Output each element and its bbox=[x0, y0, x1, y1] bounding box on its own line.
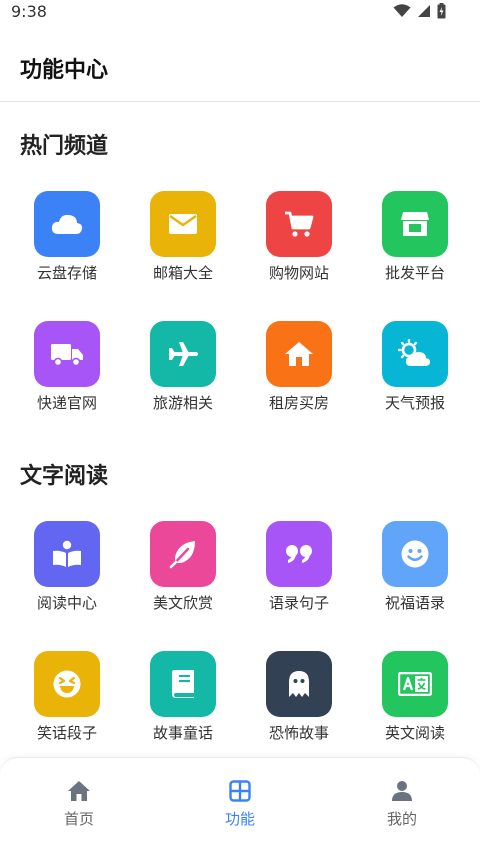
cart-icon bbox=[266, 191, 332, 257]
tile-label: 英文阅读 bbox=[384, 724, 445, 742]
user-icon bbox=[392, 781, 412, 801]
status-icons bbox=[393, 3, 446, 19]
cloud-icon bbox=[34, 191, 100, 257]
tile-label: 恐怖故事 bbox=[268, 724, 329, 742]
ghost-icon bbox=[266, 651, 332, 717]
nav-item-profile[interactable]: 我的 bbox=[342, 780, 462, 840]
tile-mailbox[interactable]: 邮箱大全 bbox=[126, 191, 242, 291]
wifi-icon bbox=[393, 4, 411, 17]
nav-item-home[interactable]: 首页 bbox=[19, 780, 139, 840]
tile-wholesale[interactable]: 批发平台 bbox=[358, 191, 474, 291]
tile-label: 旅游相关 bbox=[152, 394, 213, 412]
tile-label: 天气预报 bbox=[384, 394, 445, 412]
nav-item-features[interactable]: 功能 bbox=[180, 780, 300, 840]
tile-label: 租房买房 bbox=[268, 394, 329, 412]
nav-label-profile: 我的 bbox=[386, 810, 417, 828]
tile-label: 购物网站 bbox=[268, 264, 329, 282]
tile-english-reading[interactable]: 英文阅读 bbox=[358, 651, 474, 751]
tile-quotes[interactable]: 语录句子 bbox=[242, 521, 358, 621]
tile-cloud-storage[interactable]: 云盘存储 bbox=[10, 191, 126, 291]
store-icon bbox=[382, 191, 448, 257]
tile-label: 祝福语录 bbox=[384, 594, 445, 612]
tile-travel[interactable]: 旅游相关 bbox=[126, 321, 242, 421]
section-title-hot: 热门频道 bbox=[20, 134, 109, 159]
mail-icon bbox=[150, 191, 216, 257]
quote-icon bbox=[266, 521, 332, 587]
tile-weather[interactable]: 天气预报 bbox=[358, 321, 474, 421]
tile-label: 语录句子 bbox=[268, 594, 329, 612]
tile-label: 云盘存储 bbox=[36, 264, 97, 282]
tile-horror-stories[interactable]: 恐怖故事 bbox=[242, 651, 358, 751]
feather-icon bbox=[150, 521, 216, 587]
book-icon bbox=[150, 651, 216, 717]
laugh-icon bbox=[34, 651, 100, 717]
truck-icon bbox=[34, 321, 100, 387]
tile-fairy-tales[interactable]: 故事童话 bbox=[126, 651, 242, 751]
smile-icon bbox=[382, 521, 448, 587]
tile-express[interactable]: 快递官网 bbox=[10, 321, 126, 421]
signal-icon bbox=[418, 5, 430, 17]
header: 功能中心 bbox=[0, 40, 480, 102]
tile-prose[interactable]: 美文欣赏 bbox=[126, 521, 242, 621]
tile-rent-buy-house[interactable]: 租房买房 bbox=[242, 321, 358, 421]
battery-icon bbox=[437, 3, 446, 19]
nav-label-features: 功能 bbox=[224, 810, 255, 828]
home-icon bbox=[68, 781, 90, 801]
bottom-nav: 首页 功能 我的 bbox=[0, 757, 480, 855]
tile-label: 美文欣赏 bbox=[152, 594, 213, 612]
status-bar: 9:38 bbox=[0, 0, 480, 26]
house-icon bbox=[266, 321, 332, 387]
book-reader-icon bbox=[34, 521, 100, 587]
grid-icon bbox=[229, 780, 251, 802]
tile-reading-center[interactable]: 阅读中心 bbox=[10, 521, 126, 621]
tile-jokes[interactable]: 笑话段子 bbox=[10, 651, 126, 751]
tile-label: 邮箱大全 bbox=[152, 264, 213, 282]
plane-icon bbox=[150, 321, 216, 387]
tile-label: 笑话段子 bbox=[36, 724, 97, 742]
translate-icon bbox=[382, 651, 448, 717]
tile-label: 故事童话 bbox=[152, 724, 213, 742]
tile-shopping[interactable]: 购物网站 bbox=[242, 191, 358, 291]
tile-label: 批发平台 bbox=[384, 264, 445, 282]
section-title-reading: 文字阅读 bbox=[20, 464, 109, 489]
weather-icon bbox=[382, 321, 448, 387]
page-title: 功能中心 bbox=[20, 58, 109, 83]
tile-blessings[interactable]: 祝福语录 bbox=[358, 521, 474, 621]
status-time: 9:38 bbox=[11, 2, 47, 21]
nav-label-home: 首页 bbox=[63, 810, 94, 828]
tile-label: 阅读中心 bbox=[36, 594, 97, 612]
tile-label: 快递官网 bbox=[36, 394, 97, 412]
